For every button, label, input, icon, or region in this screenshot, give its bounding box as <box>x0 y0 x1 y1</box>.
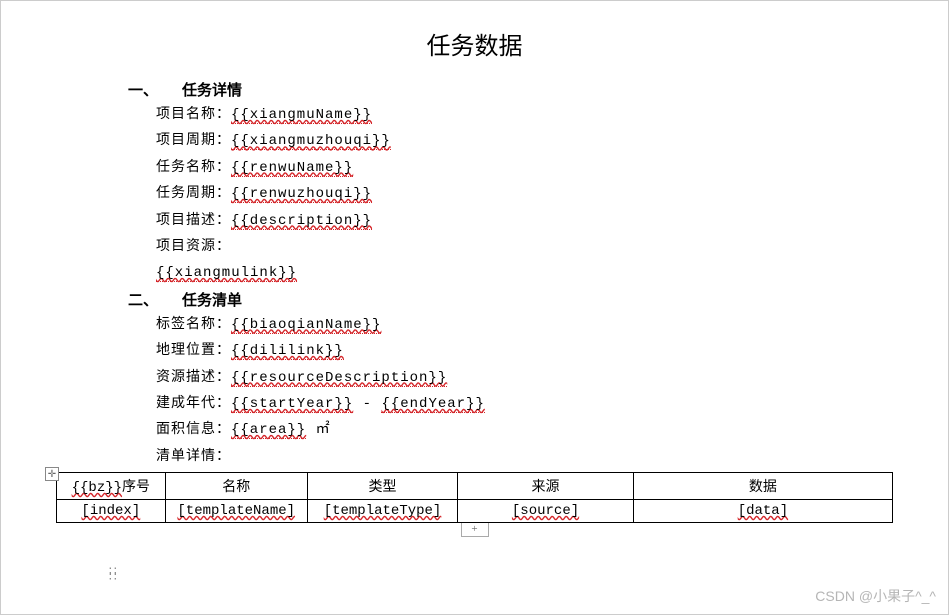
field-project-cycle: 项目周期：{{xiangmuzhouqi}} <box>56 130 893 152</box>
label-task-cycle: 任务周期： <box>156 186 231 202</box>
field-project-name: 项目名称：{{xiangmuName}} <box>56 104 893 126</box>
value-resource: {{xiangmulink}} <box>156 265 297 282</box>
th-source: 来源 <box>458 473 634 500</box>
field-task-name: 任务名称：{{renwuName}} <box>56 157 893 179</box>
td-index-var: [index] <box>81 503 140 519</box>
td-source: [source] <box>458 500 634 523</box>
value-task-name: {{renwuName}} <box>231 160 353 177</box>
td-name: [templateName] <box>165 500 307 523</box>
table-row: [index] [templateName] [templateType] [s… <box>57 500 893 523</box>
section-2-header: 二、 任务清单 <box>56 289 893 310</box>
field-list-detail: 清单详情： <box>56 446 893 468</box>
th-index: {{bz}}序号 <box>57 473 166 500</box>
value-start-year: {{startYear}} <box>231 396 353 413</box>
field-geo-loc: 地理位置：{{dililink}} <box>56 340 893 362</box>
label-description: 项目描述： <box>156 213 231 229</box>
section-1-header: 一、 任务详情 <box>56 79 893 100</box>
value-geo-loc: {{dililink}} <box>231 343 344 360</box>
drag-handle-icon[interactable]: ∷∷ <box>109 568 119 580</box>
value-project-name: {{xiangmuName}} <box>231 107 372 124</box>
td-source-var: [source] <box>512 503 579 519</box>
table-header-row: {{bz}}序号 名称 类型 来源 数据 <box>57 473 893 500</box>
th-index-text: 序号 <box>122 480 150 496</box>
value-end-year: {{endYear}} <box>381 396 484 413</box>
section-2-title: 任务清单 <box>182 293 242 309</box>
table-anchor-icon[interactable] <box>45 467 59 481</box>
td-type: [templateType] <box>307 500 457 523</box>
label-project-cycle: 项目周期： <box>156 133 231 149</box>
value-project-cycle: {{xiangmuzhouqi}} <box>231 133 391 150</box>
watermark: CSDN @小果子^_^ <box>815 586 936 606</box>
field-task-cycle: 任务周期：{{renwuzhouqi}} <box>56 183 893 205</box>
td-type-var: [templateType] <box>324 503 442 519</box>
field-built-year: 建成年代：{{startYear}} - {{endYear}} <box>56 393 893 415</box>
value-tag-name: {{biaoqianName}} <box>231 317 381 334</box>
year-sep: - <box>353 396 381 412</box>
field-area-info: 面积信息：{{area}} ㎡ <box>56 419 893 441</box>
add-row-button[interactable]: + <box>461 523 489 537</box>
label-tag-name: 标签名称： <box>156 317 231 333</box>
value-res-desc: {{resourceDescription}} <box>231 370 447 387</box>
th-name: 名称 <box>165 473 307 500</box>
label-area-info: 面积信息： <box>156 422 231 438</box>
page-title: 任务数据 <box>56 26 893 61</box>
field-description: 项目描述：{{description}} <box>56 210 893 232</box>
td-name-var: [templateName] <box>177 503 295 519</box>
detail-table: {{bz}}序号 名称 类型 来源 数据 [index] [templateNa… <box>56 472 893 523</box>
value-area: {{area}} <box>231 422 306 439</box>
section-1-title: 任务详情 <box>182 83 242 99</box>
td-index: [index] <box>57 500 166 523</box>
label-res-desc: 资源描述： <box>156 370 231 386</box>
section-1-num: 一、 <box>128 79 158 100</box>
td-data-var: [data] <box>738 503 788 519</box>
label-task-name: 任务名称： <box>156 160 231 176</box>
label-built-year: 建成年代： <box>156 396 231 412</box>
th-data: 数据 <box>633 473 892 500</box>
field-tag-name: 标签名称：{{biaoqianName}} <box>56 314 893 336</box>
label-list-detail: 清单详情： <box>156 449 231 465</box>
label-project-name: 项目名称： <box>156 107 231 123</box>
field-resource-label: 项目资源： <box>56 236 893 258</box>
value-task-cycle: {{renwuzhouqi}} <box>231 186 372 203</box>
value-description: {{description}} <box>231 213 372 230</box>
section-2-num: 二、 <box>128 289 158 310</box>
td-data: [data] <box>633 500 892 523</box>
field-res-desc: 资源描述：{{resourceDescription}} <box>56 367 893 389</box>
field-resource-value: {{xiangmulink}} <box>56 262 893 284</box>
th-bz-var: {{bz}} <box>72 480 122 496</box>
th-type: 类型 <box>307 473 457 500</box>
area-unit: ㎡ <box>306 422 330 438</box>
label-resource: 项目资源： <box>156 239 231 255</box>
label-geo-loc: 地理位置： <box>156 343 231 359</box>
